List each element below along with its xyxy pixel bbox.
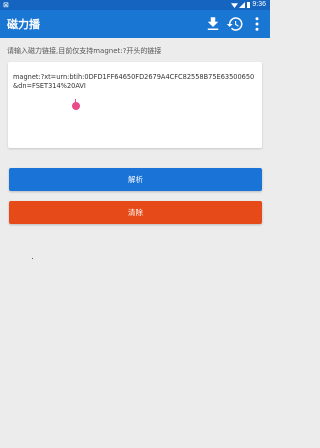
dot-artifact <box>32 258 33 259</box>
status-bar: ⊠ 9:36 <box>0 0 270 10</box>
magnet-input[interactable]: magnet:?xt=urn:btih:0DFD1FF64650FD2679A4… <box>13 73 259 143</box>
battery-icon <box>247 2 250 8</box>
input-card: magnet:?xt=urn:btih:0DFD1FF64650FD2679A4… <box>8 62 262 148</box>
notification-icon: ⊠ <box>3 2 9 9</box>
clear-button[interactable]: 清除 <box>9 201 262 224</box>
download-icon[interactable] <box>204 15 222 33</box>
status-time: 9:36 <box>252 1 266 8</box>
app-title: 磁力播 <box>7 18 40 31</box>
input-hint: 请输入磁力链接,目前仅支持magnet:?开头的链接 <box>7 47 162 55</box>
text-cursor-handle[interactable] <box>72 99 80 110</box>
cell-signal-icon <box>239 2 245 8</box>
parse-button[interactable]: 解析 <box>9 168 262 191</box>
history-icon[interactable] <box>226 15 244 33</box>
cursor-drop[interactable] <box>72 102 80 110</box>
wifi-icon <box>231 3 238 8</box>
app-bar: 磁力播 <box>0 10 270 38</box>
more-vert-icon[interactable] <box>248 15 266 33</box>
